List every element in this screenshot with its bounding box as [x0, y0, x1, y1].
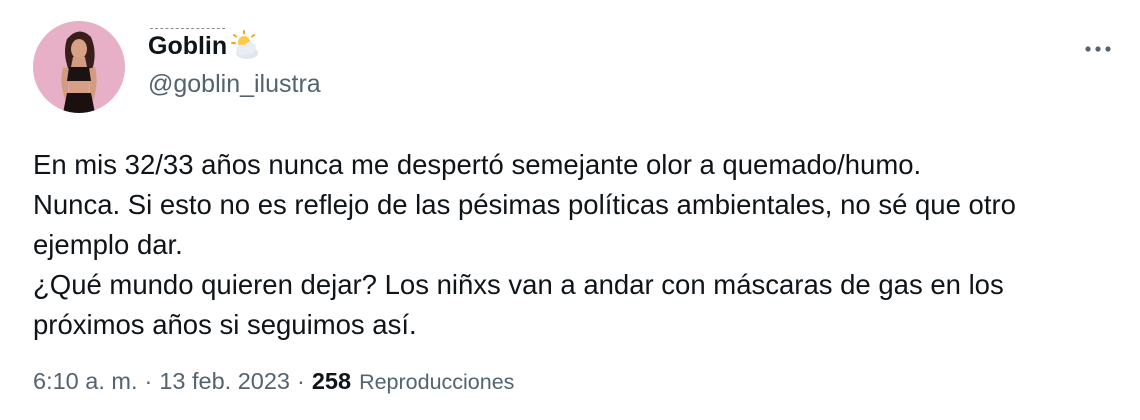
tweet-metadata: 6:10 a. m. · 13 feb. 2023 · 258 Reproduc…	[33, 368, 514, 395]
separator: ·	[297, 368, 305, 394]
views-count: 258	[311, 368, 352, 394]
tweet-text: En mis 32/33 años nunca me despertó seme…	[33, 149, 1016, 340]
tweet-date[interactable]: 13 feb. 2023	[159, 368, 290, 395]
display-name-row: Goblin	[148, 26, 321, 66]
tweet-time[interactable]: 6:10 a. m.	[33, 368, 138, 395]
user-handle[interactable]: @goblin_ilustra	[148, 70, 321, 99]
sun-behind-cloud-icon	[229, 29, 263, 63]
tweet-author: Goblin @goblin_ilustra	[148, 26, 321, 99]
avatar-image	[33, 21, 125, 113]
avatar[interactable]	[33, 21, 125, 113]
separator: ·	[144, 368, 153, 394]
display-name[interactable]: Goblin	[148, 27, 227, 61]
more-options-icon[interactable]	[1078, 34, 1118, 64]
views-label: Reproducciones	[359, 370, 515, 394]
tweet-card: Goblin @goblin_ilustra En mis 32/33 años…	[0, 0, 1140, 420]
